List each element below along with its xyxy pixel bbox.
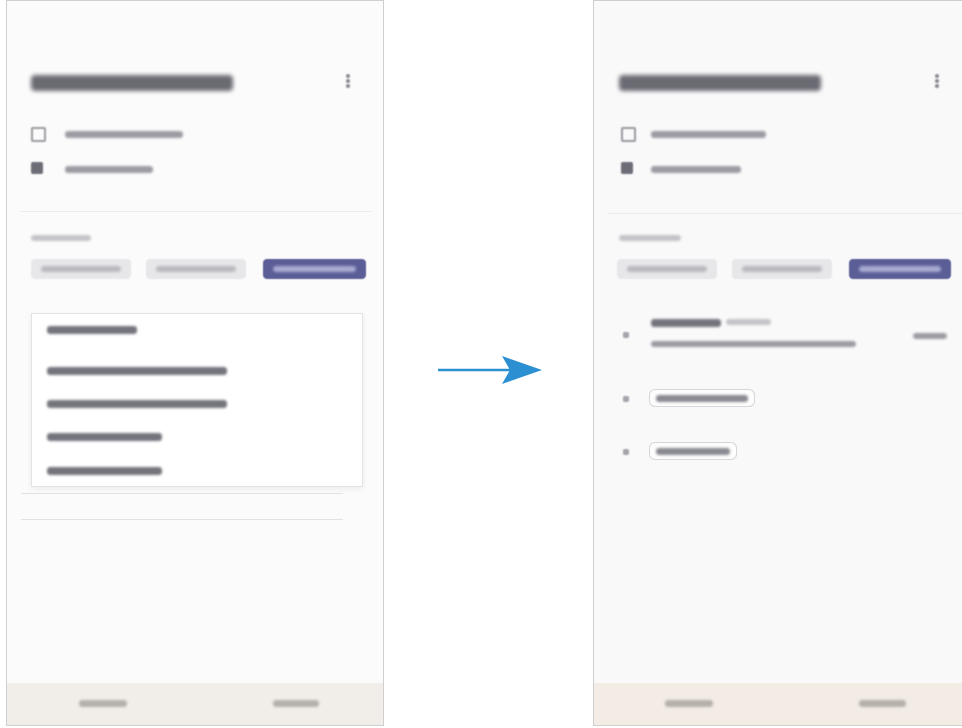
more-icon[interactable] xyxy=(933,73,941,91)
section-label xyxy=(31,235,91,241)
screen-title xyxy=(31,75,233,91)
dropdown-menu xyxy=(31,313,363,487)
segment-tab[interactable] xyxy=(732,259,832,279)
screen-before xyxy=(6,0,384,726)
done-button[interactable] xyxy=(859,700,906,707)
drag-handle-icon[interactable] xyxy=(623,332,629,338)
option-label xyxy=(651,166,741,173)
menu-item[interactable] xyxy=(47,326,137,334)
menu-item[interactable] xyxy=(47,467,162,475)
list-item-chip[interactable] xyxy=(649,389,755,407)
bottom-bar xyxy=(594,683,962,725)
segment-tab-selected[interactable] xyxy=(849,259,951,279)
option-label xyxy=(65,131,183,138)
cancel-button[interactable] xyxy=(665,700,713,707)
option-label xyxy=(65,166,153,173)
done-button[interactable] xyxy=(273,700,319,707)
list-item-badge xyxy=(726,319,771,325)
menu-item[interactable] xyxy=(47,433,162,441)
list-item-title xyxy=(651,319,721,327)
list-item-chip[interactable] xyxy=(649,442,737,460)
segment-tab-selected[interactable] xyxy=(263,259,366,279)
menu-item[interactable] xyxy=(47,367,227,375)
option-label xyxy=(651,131,766,138)
item-action-button[interactable] xyxy=(913,333,947,339)
menu-item[interactable] xyxy=(47,400,227,408)
segment-tab[interactable] xyxy=(31,259,131,279)
list-item-subtitle xyxy=(651,341,856,347)
checkbox-outline-icon[interactable] xyxy=(621,127,636,142)
checkbox-outline-icon[interactable] xyxy=(31,127,46,142)
divider xyxy=(608,213,962,214)
segment-tab[interactable] xyxy=(146,259,246,279)
checkbox-filled-icon[interactable] xyxy=(31,162,43,174)
segment-tab[interactable] xyxy=(617,259,717,279)
section-label xyxy=(619,235,681,241)
screen-after xyxy=(593,0,962,726)
drag-handle-icon[interactable] xyxy=(623,449,629,455)
divider xyxy=(21,211,371,212)
divider xyxy=(21,519,343,520)
more-icon[interactable] xyxy=(344,73,352,91)
cancel-button[interactable] xyxy=(79,700,127,707)
checkbox-filled-icon[interactable] xyxy=(621,162,633,174)
divider xyxy=(21,493,343,494)
drag-handle-icon[interactable] xyxy=(623,396,629,402)
bottom-bar xyxy=(7,683,383,725)
screen-title xyxy=(619,75,821,91)
arrow-right-icon xyxy=(438,356,542,384)
